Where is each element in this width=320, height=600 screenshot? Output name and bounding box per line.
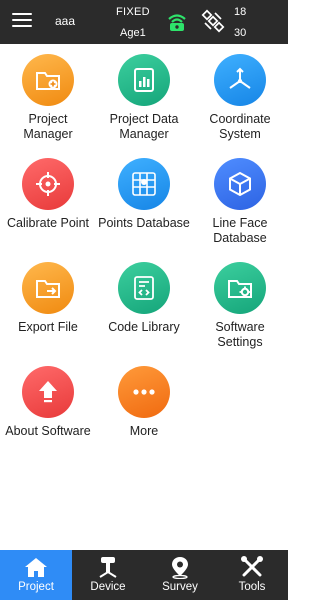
- age-label: Age1: [120, 27, 146, 39]
- device-icon: [99, 557, 117, 578]
- tile-label: Software Settings: [215, 320, 265, 349]
- tile-label: Export File: [18, 320, 78, 334]
- tab-label: Device: [90, 581, 126, 593]
- upload-arrow-icon: [22, 366, 74, 418]
- cube-icon: [214, 158, 266, 210]
- data-chart-icon: [118, 54, 170, 106]
- axes-icon: [214, 54, 266, 106]
- menu-icon[interactable]: [12, 12, 32, 28]
- folder-export-icon: [22, 262, 74, 314]
- tile-label: More: [129, 424, 159, 438]
- tile-about-software[interactable]: About Software: [0, 356, 96, 439]
- tab-device[interactable]: Device: [72, 550, 144, 600]
- tile-project-manager[interactable]: Project Manager: [0, 44, 96, 142]
- crosshair-icon: [22, 158, 74, 210]
- folder-plus-icon: [22, 54, 74, 106]
- tab-survey[interactable]: Survey: [144, 550, 216, 600]
- folder-gear-icon: [214, 262, 266, 314]
- map-grid-icon: [118, 158, 170, 210]
- code-doc-icon: [118, 262, 170, 314]
- more-dots-icon: [118, 366, 170, 418]
- solution-status: FIXED: [116, 6, 150, 18]
- tile-more[interactable]: More: [96, 356, 192, 439]
- tile-coordinate-system[interactable]: Coordinate System: [192, 44, 288, 142]
- tab-label: Project: [18, 581, 54, 593]
- tile-project-data-manager[interactable]: Project Data Manager: [96, 44, 192, 142]
- tab-project[interactable]: Project: [0, 550, 72, 600]
- tab-label: Tools: [238, 581, 266, 593]
- tools-icon: [241, 556, 263, 577]
- tile-calibrate-point[interactable]: Calibrate Point: [0, 148, 96, 231]
- tile-label: Project Data Manager: [109, 112, 179, 141]
- tile-label: Project Manager: [23, 112, 73, 141]
- tile-points-database[interactable]: Points Database: [96, 148, 192, 231]
- tile-line-face-database[interactable]: Line Face Database: [192, 148, 288, 246]
- satellite-icon: [201, 9, 225, 38]
- tile-code-library[interactable]: Code Library: [96, 252, 192, 335]
- tile-label: Code Library: [108, 320, 180, 334]
- project-name: aaa: [55, 14, 76, 28]
- tile-label: About Software: [5, 424, 91, 438]
- tile-label: Points Database: [98, 216, 190, 230]
- tab-label: Survey: [162, 581, 198, 593]
- status-bar: aaa FIXED Age1 18 30: [0, 0, 288, 44]
- satellites-used: 30: [234, 27, 247, 39]
- rtk-receiver-icon: [165, 10, 189, 39]
- satellites-tracked: 18: [234, 6, 247, 18]
- tile-software-settings[interactable]: Software Settings: [192, 252, 288, 350]
- tab-tools[interactable]: Tools: [216, 550, 288, 600]
- home-icon: [25, 558, 47, 577]
- survey-pin-icon: [172, 557, 188, 579]
- tile-label: Calibrate Point: [7, 216, 89, 230]
- tile-label: Coordinate System: [209, 112, 271, 141]
- tile-export-file[interactable]: Export File: [0, 252, 96, 335]
- bottom-nav: Project Device Survey Tools: [0, 550, 288, 600]
- tile-label: Line Face Database: [212, 216, 268, 245]
